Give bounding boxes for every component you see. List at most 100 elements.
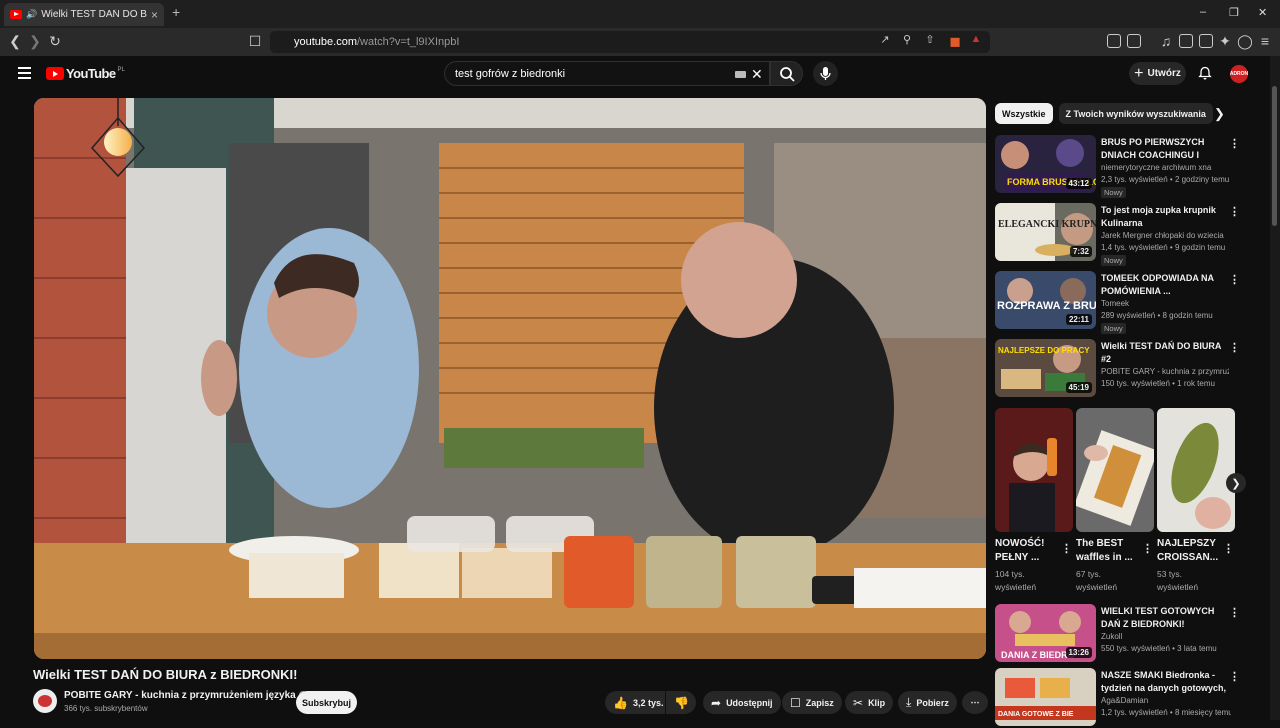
share-label: Udostępnij xyxy=(726,697,773,708)
more-options-icon[interactable]: ⋮ xyxy=(1229,205,1240,218)
short-views: 104 tys. wyświetleń xyxy=(995,569,1037,592)
video-thumbnail[interactable]: DANIA Z BIEDRO 13:26 xyxy=(995,604,1096,662)
page-scrollbar[interactable] xyxy=(1270,56,1280,720)
speaker-icon[interactable]: 🔊 xyxy=(26,9,37,20)
short-thumbnail[interactable] xyxy=(1157,408,1235,532)
video-thumbnail[interactable]: ROZPRAWA Z BRUSEM 22:11 xyxy=(995,271,1096,329)
new-tab-button[interactable]: + xyxy=(172,4,180,20)
short-item[interactable]: The BEST waffles in ... 67 tys. wyświetl… xyxy=(1076,408,1154,594)
video-player[interactable] xyxy=(34,98,986,659)
clip-button[interactable]: ✂ Klip xyxy=(845,691,894,714)
youtube-favicon-icon xyxy=(10,10,22,19)
recommended-video[interactable]: NAJLEPSZE DO PRACY 45:19 Wielki TEST DAŃ… xyxy=(995,339,1245,399)
video-frame xyxy=(34,98,986,659)
search-input[interactable]: test gofrów z biedronki ✕ xyxy=(444,61,770,86)
channel-name[interactable]: POBITE GARY - kuchnia z przymrużeniem ję… xyxy=(64,690,307,701)
short-thumbnail[interactable] xyxy=(1076,408,1154,532)
share-icon[interactable]: ⇧ xyxy=(921,33,939,46)
bookmark-save-icon: ☐ xyxy=(790,695,801,710)
brave-rewards-icon[interactable]: ▲ xyxy=(967,33,985,45)
short-title: The BEST waffles in ... xyxy=(1076,538,1133,563)
clear-search-icon[interactable]: ✕ xyxy=(751,66,763,83)
more-options-icon[interactable]: ⋮ xyxy=(1229,137,1240,150)
video-thumbnail[interactable]: ELEGANCKI KRUPNIK 7:32 xyxy=(995,203,1096,261)
more-options-icon[interactable]: ⋮ xyxy=(1229,670,1240,683)
brave-shield-icon[interactable]: ◼ xyxy=(946,33,964,50)
video-meta: 550 tys. wyświetleń • 3 lata temu xyxy=(1101,644,1217,653)
create-button[interactable]: + Utwórz xyxy=(1129,62,1186,85)
chip-all[interactable]: Wszystkie xyxy=(995,103,1053,124)
voice-search-button[interactable] xyxy=(813,61,838,86)
short-item[interactable]: NAJLEPSZY CROISSAN... 53 tys. wyświetleń… xyxy=(1157,408,1235,594)
more-options-icon[interactable]: ⋮ xyxy=(1142,542,1153,555)
channel-avatar[interactable] xyxy=(33,689,57,713)
chip-from-search[interactable]: Z Twoich wyników wyszukiwania xyxy=(1058,103,1213,124)
wallet-icon[interactable] xyxy=(1127,34,1141,48)
browser-menu-icon[interactable]: ≡ xyxy=(1256,33,1274,49)
back-icon[interactable]: ❮ xyxy=(6,33,24,50)
zoom-icon[interactable]: ⚲ xyxy=(898,33,916,46)
more-actions-button[interactable]: ⋯ xyxy=(962,691,988,714)
url-path: /watch?v=t_l9IXInpbI xyxy=(356,36,460,48)
extensions-icon[interactable] xyxy=(1107,34,1121,48)
video-thumbnail[interactable]: DANIA GOTOWE Z BIE xyxy=(995,668,1096,726)
recommended-video[interactable]: ELEGANCKI KRUPNIK 7:32 To jest moja zupk… xyxy=(995,203,1245,266)
create-label: Utwórz xyxy=(1147,68,1181,79)
recommended-video[interactable]: FORMA BRUSA W LOLU BE 43:12 BRUS PO PIER… xyxy=(995,135,1245,198)
thumbnail-caption: ROZPRAWA Z BRUSEM xyxy=(997,300,1096,312)
more-options-icon[interactable]: ⋮ xyxy=(1061,542,1072,555)
music-icon[interactable]: ♫ xyxy=(1157,33,1175,49)
reload-icon[interactable]: ↻ xyxy=(46,33,64,50)
short-item[interactable]: NOWOŚĆ! PEŁNY ... 104 tys. wyświetleń ⋮ xyxy=(995,408,1073,594)
open-external-icon[interactable]: ↗ xyxy=(876,33,894,46)
short-views: 53 tys. wyświetleń xyxy=(1157,569,1199,592)
minimize-icon[interactable]: – xyxy=(1200,6,1206,18)
like-button[interactable]: 👍 3,2 tys. xyxy=(605,691,665,714)
clip-label: Klip xyxy=(868,697,886,708)
sidebar-icon[interactable] xyxy=(1179,34,1193,48)
save-button[interactable]: ☐ Zapisz xyxy=(782,691,842,714)
search-button[interactable] xyxy=(770,61,803,86)
account-avatar[interactable]: ADRON xyxy=(1230,65,1248,83)
share-button[interactable]: ➦ Udostępnij xyxy=(703,691,781,714)
recommended-video[interactable]: ROZPRAWA Z BRUSEM 22:11 TOMEEK ODPOWIADA… xyxy=(995,271,1245,334)
more-options-icon[interactable]: ⋮ xyxy=(1229,273,1240,286)
video-title: Wielki TEST DAŃ DO BIURA #2 xyxy=(1101,341,1222,364)
thumbnail-image: DANIA GOTOWE Z BIE xyxy=(995,668,1096,726)
browser-tab-bar: 🔊 Wielki TEST DAŃ DO BIURA z × + – ❐ ✕ xyxy=(0,0,1280,28)
video-thumbnail[interactable]: NAJLEPSZE DO PRACY 45:19 xyxy=(995,339,1096,397)
subscribe-button[interactable]: Subskrybuj xyxy=(296,691,357,714)
window-close-icon[interactable]: ✕ xyxy=(1258,6,1267,19)
keyboard-icon[interactable] xyxy=(735,71,746,78)
video-meta: 1,2 tys. wyświetleń • 8 miesięcy temu xyxy=(1101,708,1231,717)
tab-close-icon[interactable]: × xyxy=(151,8,158,22)
vpn-icon[interactable]: ◯ xyxy=(1236,33,1254,50)
maximize-icon[interactable]: ❐ xyxy=(1229,6,1239,19)
bookmark-icon[interactable]: ☐ xyxy=(246,33,264,50)
recommended-video[interactable]: DANIA Z BIEDRO 13:26 WIELKI TEST GOTOWYC… xyxy=(995,604,1245,664)
download-icon: ⤓ xyxy=(906,695,912,709)
shorts-next-button[interactable]: ❯ xyxy=(1226,473,1246,493)
chips-next-icon[interactable]: ❯ xyxy=(1214,106,1225,122)
youtube-logo[interactable]: YouTube PL xyxy=(46,66,125,81)
short-image xyxy=(995,408,1073,532)
browser-tab[interactable]: 🔊 Wielki TEST DAŃ DO BIURA z × xyxy=(4,3,164,26)
short-thumbnail[interactable] xyxy=(995,408,1073,532)
hamburger-menu-icon[interactable] xyxy=(18,67,31,82)
more-options-icon[interactable]: ⋮ xyxy=(1229,606,1240,619)
forward-icon[interactable]: ❯ xyxy=(26,33,44,50)
download-button[interactable]: ⤓ Pobierz xyxy=(898,691,957,714)
notifications-bell-icon[interactable] xyxy=(1198,66,1212,80)
thumbs-up-icon: 👍 xyxy=(613,695,628,710)
more-options-icon[interactable]: ⋮ xyxy=(1229,341,1240,354)
scrollbar-thumb[interactable] xyxy=(1272,86,1277,226)
dislike-button[interactable]: 👎 xyxy=(666,691,696,714)
tabs-icon[interactable] xyxy=(1199,34,1213,48)
more-icon: ⋯ xyxy=(970,697,980,707)
recommended-video[interactable]: DANIA GOTOWE Z BIE NASZE SMAKI Biedronka… xyxy=(995,668,1245,728)
more-options-icon[interactable]: ⋮ xyxy=(1223,542,1234,555)
ai-icon[interactable]: ✦ xyxy=(1216,33,1234,50)
video-meta: 2,3 tys. wyświetleń • 2 godziny temu xyxy=(1101,175,1230,184)
video-thumbnail[interactable]: FORMA BRUSA W LOLU BE 43:12 xyxy=(995,135,1096,193)
new-badge: Nowy xyxy=(1101,323,1126,334)
